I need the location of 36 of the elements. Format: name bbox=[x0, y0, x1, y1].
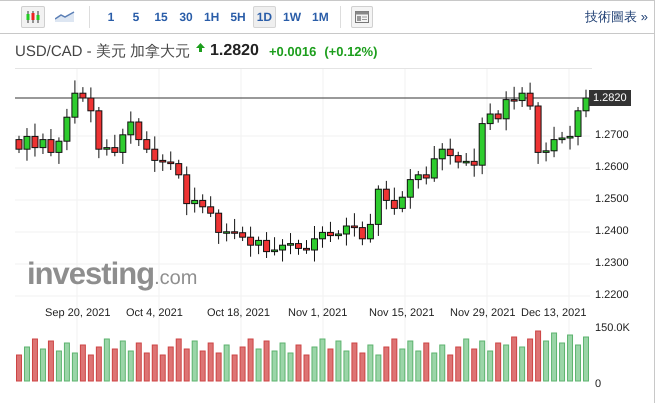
x-axis-label: Nov 15, 2021 bbox=[369, 307, 434, 319]
interval-button[interactable]: 15 bbox=[150, 6, 172, 28]
current-price-tag: 1.2820 bbox=[589, 90, 631, 106]
interval-button[interactable]: 5 bbox=[125, 6, 147, 28]
y-axis-label: 1.2300 bbox=[595, 257, 629, 269]
last-price: 1.2820 bbox=[210, 42, 259, 60]
percent-change: (+0.12%) bbox=[324, 44, 378, 58]
x-axis-label: Nov 1, 2021 bbox=[288, 307, 348, 319]
x-axis-label: Oct 4, 2021 bbox=[126, 307, 183, 319]
chart-type-button[interactable] bbox=[21, 6, 45, 28]
area-chart-icon bbox=[55, 11, 75, 23]
x-axis-label: Dec 13, 2021 bbox=[521, 307, 586, 319]
x-axis-label: Oct 18, 2021 bbox=[207, 307, 270, 319]
interval-button[interactable]: 1 bbox=[100, 6, 122, 28]
interval-button[interactable]: 1W bbox=[279, 6, 306, 28]
instrument-title: USD/CAD - 美元 加拿大元 bbox=[15, 42, 190, 60]
y-axis-label: 1.2400 bbox=[595, 225, 629, 237]
interval-button[interactable]: 1H bbox=[200, 6, 224, 28]
interval-button[interactable]: 30 bbox=[175, 6, 197, 28]
x-axis-label: Nov 29, 2021 bbox=[450, 307, 516, 319]
y-axis-label: 1.2600 bbox=[595, 161, 629, 173]
volume-axis-label: 150.0K bbox=[595, 322, 630, 334]
interval-button[interactable]: 1D bbox=[252, 6, 276, 28]
y-axis-label: 1.2700 bbox=[595, 129, 629, 141]
technical-chart-link[interactable]: 技術圖表 » bbox=[585, 8, 648, 26]
table-view-button[interactable] bbox=[350, 6, 373, 28]
x-axis-label: Sep 20, 2021 bbox=[45, 307, 110, 319]
candlestick-icon bbox=[25, 10, 41, 24]
interval-button[interactable]: 1M bbox=[308, 6, 333, 28]
volume-axis-label: 0 bbox=[595, 378, 602, 390]
chart-logo: investing.com bbox=[27, 256, 198, 292]
y-axis-label: 1.2500 bbox=[595, 193, 629, 205]
y-axis-label: 1.2200 bbox=[595, 289, 629, 301]
price-change: +0.0016 bbox=[268, 44, 316, 58]
table-icon bbox=[354, 11, 369, 23]
interval-button[interactable]: 5H bbox=[226, 6, 250, 28]
